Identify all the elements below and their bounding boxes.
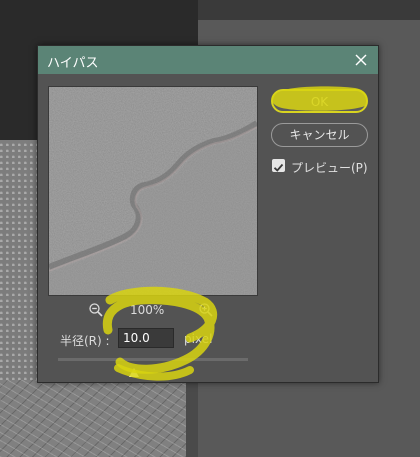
- dialog-titlebar[interactable]: ハイパス: [38, 46, 378, 74]
- filter-preview[interactable]: [48, 86, 258, 296]
- zoom-in-icon: [199, 303, 213, 317]
- checkmark-icon: [273, 163, 284, 172]
- ok-button[interactable]: OK: [271, 89, 368, 113]
- preview-image: [49, 87, 257, 295]
- close-icon: [355, 54, 367, 66]
- canvas-texture: [0, 380, 186, 457]
- zoom-controls: 100%: [88, 302, 218, 320]
- radius-unit: pixel: [184, 332, 213, 346]
- zoom-out-button[interactable]: [88, 302, 104, 318]
- panel-header-strip: [198, 0, 420, 21]
- slider-thumb-icon: [129, 368, 139, 377]
- preview-checkbox[interactable]: [272, 159, 285, 172]
- close-button[interactable]: [350, 49, 372, 71]
- zoom-level: 100%: [130, 303, 165, 317]
- zoom-out-icon: [89, 303, 103, 317]
- radius-slider-track[interactable]: [58, 358, 248, 361]
- radius-label: 半径(R) :: [60, 334, 110, 348]
- zoom-in-button[interactable]: [198, 302, 214, 318]
- cancel-button[interactable]: キャンセル: [271, 123, 368, 147]
- dialog-title: ハイパス: [47, 56, 99, 71]
- preview-label: プレビュー(P): [291, 161, 368, 175]
- radius-input[interactable]: 10.0: [118, 328, 174, 348]
- high-pass-dialog: ハイパス 100% 半径(R): 10.0 pixel OK キャンセル プレ…: [37, 45, 379, 383]
- radius-slider-thumb[interactable]: [129, 363, 139, 377]
